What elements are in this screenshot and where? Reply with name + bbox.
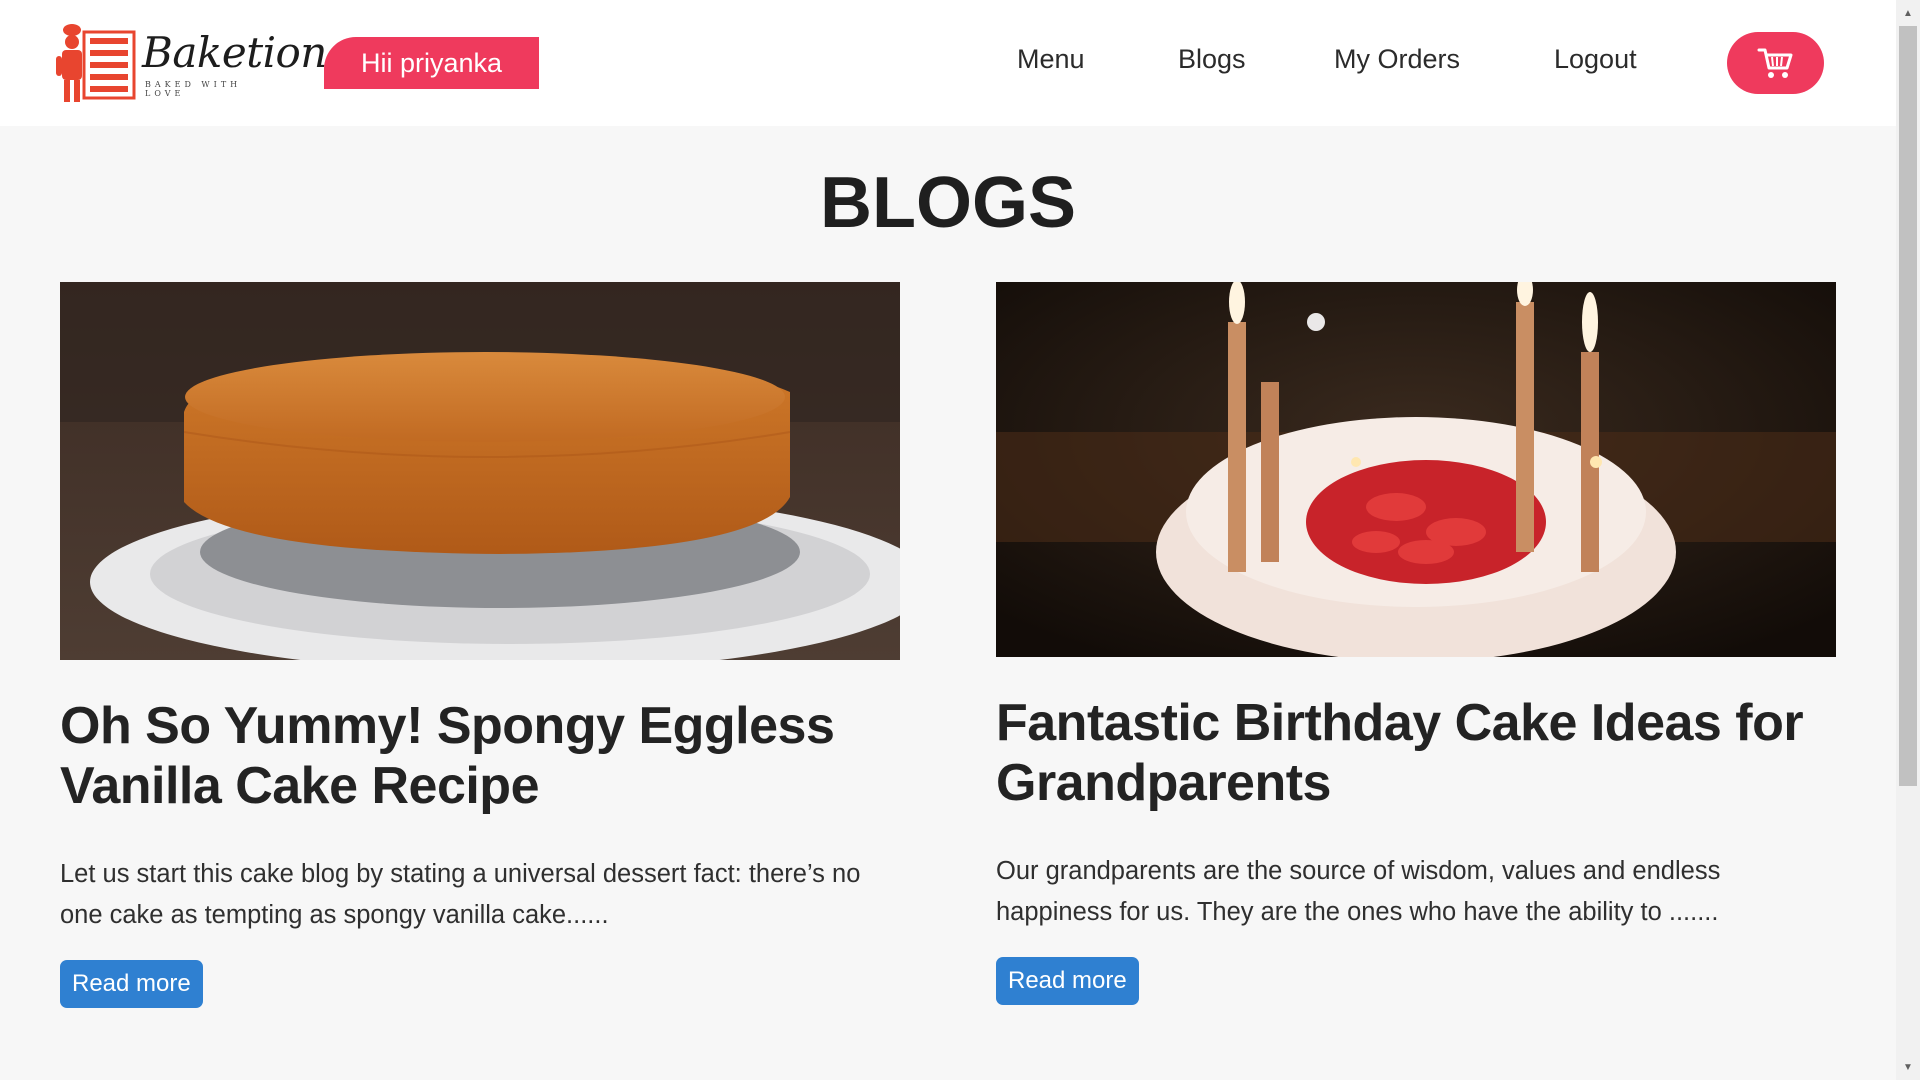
read-more-button[interactable]: Read more [996, 957, 1139, 1005]
scroll-down-icon[interactable]: ▼ [1896, 1056, 1920, 1078]
blog-excerpt: Our grandparents are the source of wisdo… [996, 857, 1721, 926]
read-more-button[interactable]: Read more [60, 960, 203, 1008]
brand-logo[interactable]: Baketion BAKED WITH LOVE [56, 22, 327, 104]
blog-card: Fantastic Birthday Cake Ideas for Grandp… [996, 282, 1836, 1005]
blog-title[interactable]: Fantastic Birthday Cake Ideas for Grandp… [996, 693, 1836, 813]
cart-icon [1757, 48, 1792, 78]
nav-blogs-link[interactable]: Blogs [1178, 44, 1246, 75]
user-greeting: Hii priyanka [324, 37, 539, 89]
nav-menu-link[interactable]: Menu [1017, 44, 1085, 75]
scroll-up-icon[interactable]: ▲ [1896, 2, 1920, 24]
brand-tagline: BAKED WITH LOVE [145, 80, 242, 98]
brand-name: Baketion [142, 28, 327, 77]
blog-title[interactable]: Oh So Yummy! Spongy Eggless Vanilla Cake… [60, 696, 900, 816]
baker-logo-icon [56, 24, 136, 102]
nav-logout-link[interactable]: Logout [1554, 44, 1637, 75]
vanilla-cake-photo [60, 282, 900, 660]
blog-card: Oh So Yummy! Spongy Eggless Vanilla Cake… [60, 282, 900, 1008]
vertical-scrollbar[interactable]: ▲ ▼ [1896, 0, 1920, 1080]
blog-excerpt: Let us start this cake blog by stating a… [60, 860, 861, 929]
birthday-cake-photo [996, 282, 1836, 657]
page-title: BLOGS [819, 163, 1076, 243]
nav-my-orders-link[interactable]: My Orders [1334, 44, 1460, 75]
blog-image-birthday-cake[interactable] [996, 282, 1836, 657]
blog-image-vanilla-cake[interactable] [60, 282, 900, 660]
app-viewport: Baketion BAKED WITH LOVE Hii priyanka Me… [0, 0, 1920, 1080]
scroll-thumb[interactable] [1899, 26, 1917, 786]
cart-button[interactable] [1727, 32, 1824, 94]
site-header: Baketion BAKED WITH LOVE Hii priyanka Me… [0, 0, 1896, 126]
page-content: Baketion BAKED WITH LOVE Hii priyanka Me… [0, 0, 1896, 1080]
